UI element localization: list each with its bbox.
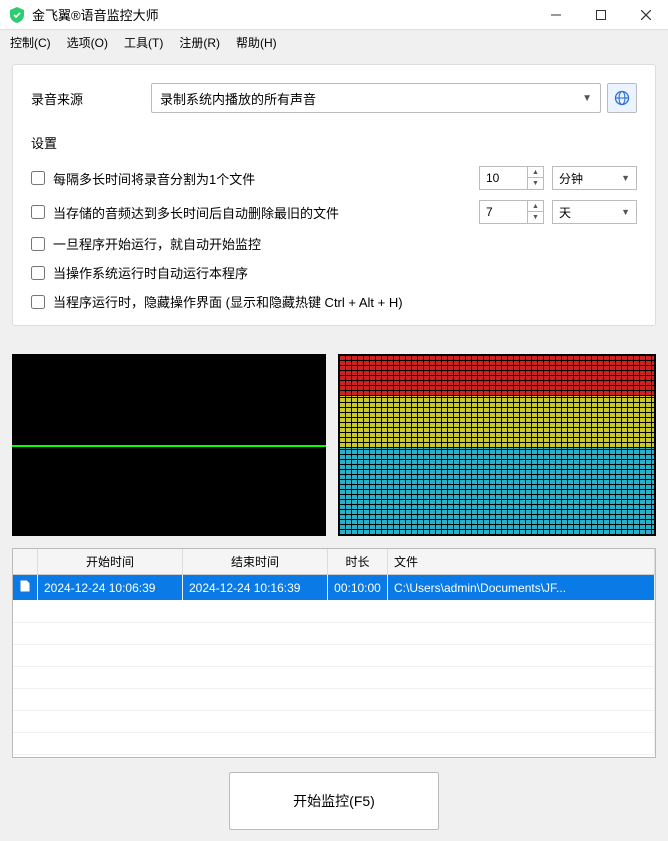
interval-unit-select[interactable]: 分钟 ▼ bbox=[552, 166, 637, 190]
file-icon bbox=[13, 575, 38, 601]
hideui-row: 当程序运行时，隐藏操作界面 (显示和隐藏热键 Ctrl + Alt + H) bbox=[31, 292, 637, 311]
interval-label: 每隔多长时间将录音分割为1个文件 bbox=[53, 169, 255, 188]
waveform-display bbox=[12, 354, 326, 536]
autodelete-row: 当存储的音频达到多长时间后自动删除最旧的文件 7 ▲ ▼ 天 ▼ bbox=[31, 200, 637, 224]
table-row[interactable] bbox=[13, 732, 655, 754]
hideui-label: 当程序运行时，隐藏操作界面 (显示和隐藏热键 Ctrl + Alt + H) bbox=[53, 292, 403, 311]
autodelete-spin[interactable]: 7 ▲ ▼ bbox=[479, 200, 544, 224]
cell-file: C:\Users\admin\Documents\JF... bbox=[388, 575, 655, 601]
menu-tools[interactable]: 工具(T) bbox=[120, 32, 167, 53]
maximize-button[interactable] bbox=[578, 0, 623, 30]
chevron-down-icon: ▼ bbox=[621, 173, 630, 183]
hideui-checkbox[interactable] bbox=[31, 295, 45, 309]
interval-spin[interactable]: 10 ▲ ▼ bbox=[479, 166, 544, 190]
source-language-button[interactable] bbox=[607, 83, 637, 113]
autodelete-label: 当存储的音频达到多长时间后自动删除最旧的文件 bbox=[53, 203, 339, 222]
source-row: 录音来源 录制系统内播放的所有声音 ▼ bbox=[31, 83, 637, 113]
spectrum-band-yellow bbox=[340, 396, 654, 447]
spin-down-icon[interactable]: ▼ bbox=[527, 178, 543, 189]
autodelete-unit-value: 天 bbox=[559, 204, 571, 221]
spectrum-display bbox=[338, 354, 656, 536]
table-row[interactable] bbox=[13, 644, 655, 666]
menu-control[interactable]: 控制(C) bbox=[6, 32, 55, 53]
table-row[interactable] bbox=[13, 600, 655, 622]
autodelete-value: 7 bbox=[480, 205, 527, 219]
col-file-header[interactable]: 文件 bbox=[388, 549, 655, 575]
close-button[interactable] bbox=[623, 0, 668, 30]
table-row[interactable] bbox=[13, 666, 655, 688]
source-selected-value: 录制系统内播放的所有声音 bbox=[160, 89, 582, 108]
titlebar: 金飞翼®语音监控大师 bbox=[0, 0, 668, 30]
table-row[interactable] bbox=[13, 710, 655, 732]
col-duration-header[interactable]: 时长 bbox=[328, 549, 388, 575]
spin-up-icon[interactable]: ▲ bbox=[527, 201, 543, 212]
source-select[interactable]: 录制系统内播放的所有声音 ▼ bbox=[151, 83, 601, 113]
table-row[interactable] bbox=[13, 622, 655, 644]
recordings-table: 开始时间 结束时间 时长 文件 2024-12-24 10:06:39 2024… bbox=[13, 549, 655, 755]
col-end-header[interactable]: 结束时间 bbox=[183, 549, 328, 575]
waveform-line bbox=[12, 445, 326, 447]
visualization-row bbox=[12, 354, 656, 536]
spectrum-band-red bbox=[340, 356, 654, 395]
interval-row: 每隔多长时间将录音分割为1个文件 10 ▲ ▼ 分钟 ▼ bbox=[31, 166, 637, 190]
interval-value: 10 bbox=[480, 171, 527, 185]
autorun-label: 当操作系统运行时自动运行本程序 bbox=[53, 263, 248, 282]
menu-register[interactable]: 注册(R) bbox=[175, 32, 224, 53]
autostart-checkbox[interactable] bbox=[31, 237, 45, 251]
cell-duration: 00:10:00 bbox=[328, 575, 388, 601]
spin-up-icon[interactable]: ▲ bbox=[527, 167, 543, 178]
table-row[interactable] bbox=[13, 688, 655, 710]
spin-down-icon[interactable]: ▼ bbox=[527, 212, 543, 223]
cell-end: 2024-12-24 10:16:39 bbox=[183, 575, 328, 601]
minimize-button[interactable] bbox=[533, 0, 578, 30]
settings-panel: 录音来源 录制系统内播放的所有声音 ▼ 设置 每隔多长时间将录音分割为1个文件 … bbox=[12, 64, 656, 326]
start-button-label: 开始监控(F5) bbox=[293, 791, 375, 811]
chevron-down-icon: ▼ bbox=[582, 93, 592, 104]
cell-start: 2024-12-24 10:06:39 bbox=[38, 575, 183, 601]
col-icon-header[interactable] bbox=[13, 549, 38, 575]
interval-unit-value: 分钟 bbox=[559, 170, 583, 187]
autorun-checkbox[interactable] bbox=[31, 266, 45, 280]
table-row[interactable]: 2024-12-24 10:06:39 2024-12-24 10:16:39 … bbox=[13, 575, 655, 601]
source-label: 录音来源 bbox=[31, 89, 151, 108]
settings-heading: 设置 bbox=[31, 133, 637, 152]
content: 录音来源 录制系统内播放的所有声音 ▼ 设置 每隔多长时间将录音分割为1个文件 … bbox=[0, 54, 668, 354]
interval-checkbox[interactable] bbox=[31, 171, 45, 185]
app-icon bbox=[8, 6, 26, 24]
autostart-row: 一旦程序开始运行，就自动开始监控 bbox=[31, 234, 637, 253]
menu-options[interactable]: 选项(O) bbox=[63, 32, 112, 53]
autorun-row: 当操作系统运行时自动运行本程序 bbox=[31, 263, 637, 282]
chevron-down-icon: ▼ bbox=[621, 207, 630, 217]
start-monitor-button[interactable]: 开始监控(F5) bbox=[229, 772, 439, 830]
menubar: 控制(C) 选项(O) 工具(T) 注册(R) 帮助(H) bbox=[0, 30, 668, 54]
autodelete-unit-select[interactable]: 天 ▼ bbox=[552, 200, 637, 224]
spectrum-band-cyan bbox=[340, 448, 654, 534]
autostart-label: 一旦程序开始运行，就自动开始监控 bbox=[53, 234, 261, 253]
col-start-header[interactable]: 开始时间 bbox=[38, 549, 183, 575]
menu-help[interactable]: 帮助(H) bbox=[232, 32, 281, 53]
window-title: 金飞翼®语音监控大师 bbox=[32, 5, 533, 24]
autodelete-checkbox[interactable] bbox=[31, 205, 45, 219]
start-button-wrap: 开始监控(F5) bbox=[0, 772, 668, 830]
recordings-table-wrap: 开始时间 结束时间 时长 文件 2024-12-24 10:06:39 2024… bbox=[12, 548, 656, 758]
